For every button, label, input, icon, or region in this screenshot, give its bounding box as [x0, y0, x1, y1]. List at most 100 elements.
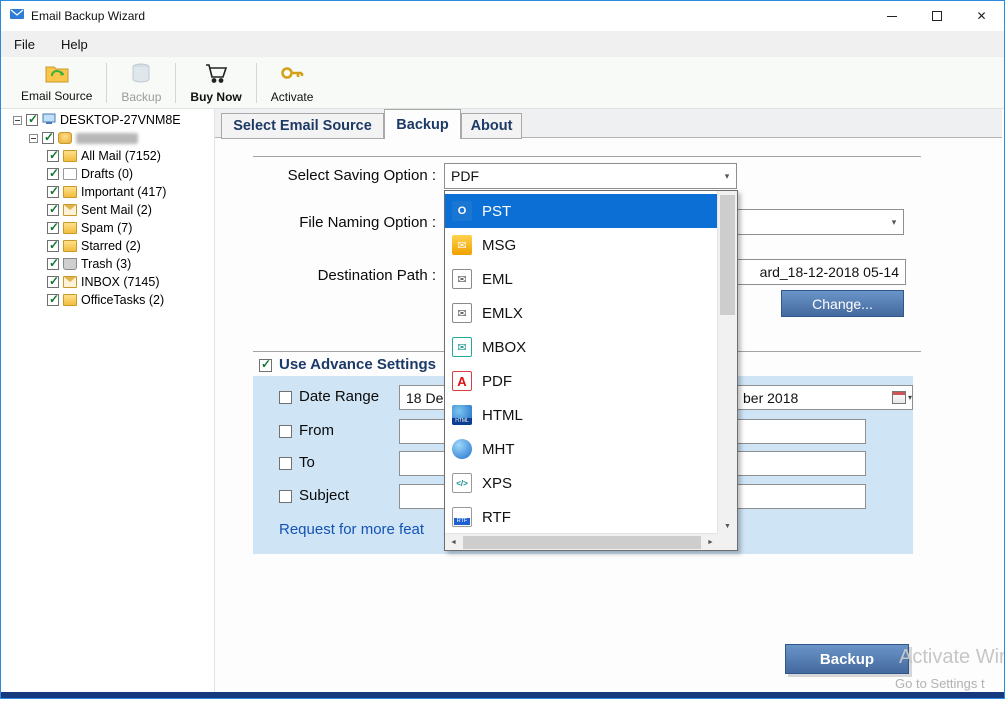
file-naming-label: File Naming Option : [236, 214, 436, 231]
collapse-icon[interactable] [13, 116, 22, 125]
checkbox-checked[interactable] [47, 222, 59, 234]
saving-option-combobox[interactable]: PDF ▾ [444, 163, 737, 189]
toolbar-separator [175, 63, 176, 103]
scrollbar-thumb[interactable] [463, 536, 701, 549]
maximize-button[interactable] [914, 2, 959, 31]
dropdown-item-label: HTML [482, 407, 523, 424]
tree-root-computer[interactable]: DESKTOP-27VNM8E [9, 111, 214, 129]
tree-folder-officetasks[interactable]: OfficeTasks (2) [9, 291, 214, 309]
dropdown-item-xps[interactable]: XPS [445, 466, 718, 500]
redacted-account-name [76, 133, 138, 144]
envelope-icon [63, 276, 77, 288]
maximize-icon [932, 11, 942, 21]
tab-about[interactable]: About [461, 113, 522, 139]
computer-icon [42, 113, 56, 128]
backup-toolbar-label: Backup [121, 90, 161, 104]
scroll-left-button[interactable]: ◄ [445, 539, 462, 546]
folder-label: Drafts (0) [81, 167, 133, 181]
collapse-icon[interactable] [29, 134, 38, 143]
activate-windows-watermark: Activate Win [899, 646, 1005, 669]
tree-folder-drafts[interactable]: Drafts (0) [9, 165, 214, 183]
checkbox-checked[interactable] [47, 168, 59, 180]
subject-checkbox[interactable] [279, 490, 292, 503]
tree-folder-inbox[interactable]: INBOX (7145) [9, 273, 214, 291]
to-checkbox[interactable] [279, 457, 292, 470]
tab-backup[interactable]: Backup [384, 109, 461, 139]
toolbar-separator [256, 63, 257, 103]
dropdown-item-pst[interactable]: PST [445, 194, 718, 228]
dropdown-item-rtf[interactable]: RTF [445, 500, 718, 534]
folder-label: All Mail (7152) [81, 149, 161, 163]
chevron-down-icon: ▾ [885, 217, 903, 228]
dropdown-item-label: EMLX [482, 305, 523, 322]
checkbox-checked[interactable] [42, 132, 54, 144]
use-advance-settings-label: Use Advance Settings [279, 356, 436, 373]
folder-label: Important (417) [81, 185, 166, 199]
minimize-button[interactable] [869, 2, 914, 31]
dropdown-item-mbox[interactable]: MBOX [445, 330, 718, 364]
account-icon [58, 132, 72, 144]
dropdown-item-mht[interactable]: MHT [445, 432, 718, 466]
shopping-cart-icon [204, 61, 228, 88]
checkbox-checked[interactable] [47, 294, 59, 306]
dropdown-item-label: PDF [482, 373, 512, 390]
date-range-checkbox[interactable] [279, 391, 292, 404]
msg-envelope-icon [452, 235, 472, 255]
dropdown-item-eml[interactable]: EML [445, 262, 718, 296]
checkbox-checked[interactable] [47, 150, 59, 162]
menu-item-file[interactable]: File [1, 31, 48, 57]
file-naming-combobox[interactable]: ▾ [736, 209, 904, 235]
destination-path-label: Destination Path : [236, 267, 436, 284]
tree-folder-all-mail[interactable]: All Mail (7152) [9, 147, 214, 165]
checkbox-checked[interactable] [26, 114, 38, 126]
envelope-icon [63, 204, 77, 216]
dropdown-item-html[interactable]: HTML [445, 398, 718, 432]
close-button[interactable]: ✕ [959, 2, 1004, 31]
chevron-down-icon: ▾ [718, 171, 736, 182]
vertical-scrollbar[interactable]: ▼ [717, 191, 737, 534]
from-checkbox[interactable] [279, 425, 292, 438]
use-advance-settings-checkbox[interactable] [259, 359, 272, 372]
request-more-features-link[interactable]: Request for more feat [279, 521, 424, 538]
toolbar-button-email-source[interactable]: Email Source [11, 59, 102, 107]
eml-envelope-icon [452, 269, 472, 289]
dropdown-item-emlx[interactable]: EMLX [445, 296, 718, 330]
folder-label: Starred (2) [81, 239, 141, 253]
tree-folder-spam[interactable]: Spam (7) [9, 219, 214, 237]
horizontal-scrollbar[interactable]: ◄ ► [445, 533, 719, 550]
trash-icon [63, 258, 77, 270]
checkbox-checked[interactable] [47, 204, 59, 216]
folder-icon [63, 186, 77, 198]
scrollbar-thumb[interactable] [720, 195, 735, 315]
tree-folder-important[interactable]: Important (417) [9, 183, 214, 201]
tree-folder-sent-mail[interactable]: Sent Mail (2) [9, 201, 214, 219]
toolbar-button-activate[interactable]: Activate [261, 59, 324, 107]
checkbox-checked[interactable] [47, 258, 59, 270]
scrollbar-corner [717, 533, 737, 550]
checkbox-checked[interactable] [47, 276, 59, 288]
app-icon [9, 6, 25, 27]
calendar-icon[interactable] [892, 391, 906, 404]
date-range-end-input[interactable]: ber 2018 ▾ [736, 385, 913, 410]
checkbox-checked[interactable] [47, 186, 59, 198]
activate-label: Activate [271, 90, 314, 104]
rtf-document-icon [452, 507, 472, 527]
scroll-down-button[interactable]: ▼ [718, 518, 737, 534]
dropdown-item-label: MSG [482, 237, 516, 254]
dropdown-item-pdf[interactable]: PDF [445, 364, 718, 398]
pdf-adobe-icon [452, 371, 472, 391]
window-bottom-border [1, 692, 1004, 698]
dropdown-item-msg[interactable]: MSG [445, 228, 718, 262]
checkbox-checked[interactable] [47, 240, 59, 252]
menu-item-help[interactable]: Help [48, 31, 101, 57]
tree-folder-starred[interactable]: Starred (2) [9, 237, 214, 255]
tree-folder-trash[interactable]: Trash (3) [9, 255, 214, 273]
change-button[interactable]: Change... [781, 290, 904, 317]
date-end-value: ber 2018 [743, 390, 798, 406]
tab-select-email-source[interactable]: Select Email Source [221, 113, 384, 139]
toolbar-button-buy-now[interactable]: Buy Now [180, 59, 251, 107]
dropdown-item-label: MHT [482, 441, 515, 458]
window-title: Email Backup Wizard [31, 9, 145, 23]
tree-account[interactable] [9, 129, 214, 147]
backup-button[interactable]: Backup [785, 644, 909, 674]
